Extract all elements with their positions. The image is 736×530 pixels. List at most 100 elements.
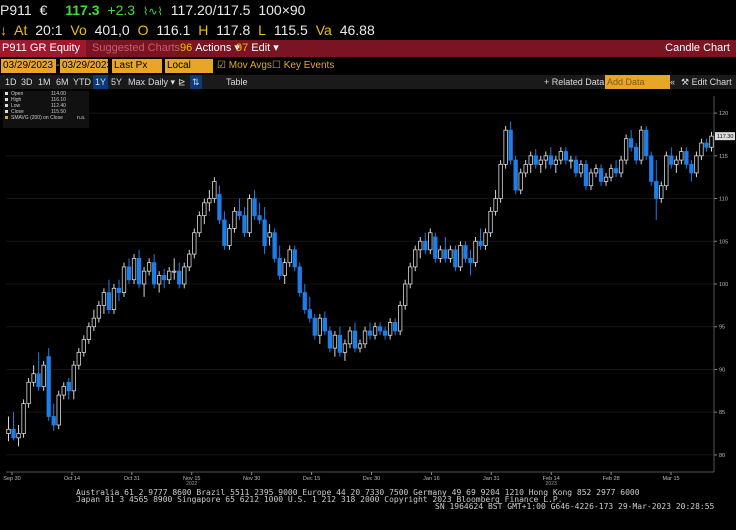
candle-body [372, 326, 378, 336]
price-field-select[interactable]: Last Px [112, 59, 162, 73]
candle-body [659, 185, 664, 199]
candle [6, 416, 11, 442]
candle [558, 147, 564, 165]
frequency-select[interactable]: Daily ▾ [148, 75, 175, 89]
candle-body [387, 322, 393, 336]
legend-swatch [5, 98, 8, 101]
key-events-label: Key Events [283, 60, 335, 71]
quote-line-2: ↓ At 20:1 Vo 401,0 O 116.1 H 117.8 L 115… [0, 21, 736, 39]
x-tick-label: Oct 14 [64, 476, 80, 482]
candle [618, 155, 624, 178]
last-price-marker: 117.30 [715, 132, 735, 141]
candle-body [518, 172, 523, 191]
candle-body [362, 330, 368, 345]
at-time: 20:1 [35, 22, 63, 38]
candle-body [433, 236, 438, 259]
candle [302, 284, 307, 314]
candle-body [618, 159, 624, 174]
candle-body [382, 330, 388, 336]
candle [649, 151, 654, 186]
candle-body [307, 309, 312, 319]
candle-body [488, 210, 493, 234]
candle-body [528, 155, 533, 165]
candle-body [61, 386, 66, 396]
candle-body [267, 232, 272, 238]
mov-avgs-toggle[interactable]: ☑ Mov Avgs [217, 59, 272, 73]
candle-body [136, 257, 142, 285]
candle-body [91, 317, 97, 328]
related-data-button[interactable]: + Related Data ▾ [544, 75, 611, 89]
candle-body [56, 394, 61, 426]
chart-style-icon[interactable]: ⇅ [190, 75, 202, 89]
candle-body [408, 266, 413, 285]
x-tick-label: Feb 28 [603, 476, 620, 482]
candle-body [473, 240, 478, 264]
y-tick-label: 110 [719, 197, 728, 203]
trade-arrow-icon: ↓ [0, 22, 7, 38]
candle [664, 151, 669, 190]
candle-body [342, 343, 348, 353]
candle-chart[interactable]: 80 85 90 95 100 105 110 115 120 Sep 30 Oct 14 Oct … [0, 90, 736, 485]
security-field[interactable]: P911 GR Equity [0, 40, 86, 57]
legend-swatch [5, 110, 8, 113]
volume-value: 401,0 [94, 22, 130, 38]
candle-body [167, 270, 172, 281]
actions-menu[interactable]: 96 Actions ▾ [180, 40, 240, 57]
candle-body [568, 159, 574, 162]
y-tick-label: 115 [719, 154, 728, 160]
candle-body [634, 146, 639, 161]
candle-body [126, 266, 132, 281]
candle [292, 245, 297, 272]
key-events-toggle[interactable]: ☐ Key Events [272, 59, 334, 73]
period-3d[interactable]: 3D [21, 75, 33, 89]
candle-body [31, 373, 36, 383]
period-6m[interactable]: 6M [56, 75, 69, 89]
candle [573, 155, 579, 178]
edit-number: 97 [236, 42, 249, 54]
period-5y[interactable]: 5Y [111, 75, 122, 89]
suggested-charts-button[interactable]: Suggested Charts [92, 40, 180, 57]
end-date-field[interactable]: 03/29/2023 [60, 59, 112, 73]
period-ytd[interactable]: YTD [73, 75, 91, 89]
candle-body [503, 129, 508, 165]
candle-body [608, 168, 614, 178]
candle-body [644, 129, 649, 157]
collapse-icon[interactable]: « [670, 75, 675, 89]
table-button[interactable]: Table [226, 75, 248, 89]
period-max[interactable]: Max [128, 75, 145, 89]
edit-menu[interactable]: 97 Edit ▾ [236, 40, 279, 57]
candle [578, 160, 584, 178]
candle [568, 155, 574, 169]
candle [232, 207, 237, 233]
currency-select[interactable]: Local CCY [165, 59, 213, 85]
candle-body [6, 428, 11, 434]
candle-body [377, 326, 383, 332]
edit-chart-button[interactable]: ⚒ Edit Chart [681, 75, 732, 89]
candle [162, 268, 167, 289]
period-1y[interactable]: 1Y [93, 75, 109, 89]
candle-body [513, 159, 518, 191]
candle [498, 160, 503, 203]
candle [433, 232, 438, 263]
actions-label: Actions [195, 42, 232, 54]
add-data-input[interactable]: Add Data [605, 75, 670, 89]
candle [367, 322, 373, 340]
period-toolbar: 1D 3D 1M 6M YTD 1Y 5Y Max Daily ▾ ⊵ ⇅ Ta… [0, 75, 736, 89]
candle-body [51, 416, 56, 426]
candle [297, 262, 302, 297]
start-date-field[interactable]: 03/29/2023 [1, 59, 56, 73]
line-style-icon[interactable]: ⊵ [178, 75, 186, 89]
checkbox-icon: ☑ [217, 60, 226, 71]
candle-body [151, 262, 157, 285]
period-1m[interactable]: 1M [38, 75, 51, 89]
candle-body [177, 270, 182, 285]
footer: Australia 61 2 9777 8600 Brazil 5511 239… [0, 487, 736, 530]
candle [704, 138, 709, 152]
candle-body [162, 275, 167, 281]
candle [282, 258, 287, 284]
candle [66, 378, 71, 400]
chart-name: Candle Chart [665, 42, 730, 54]
candle-body [558, 151, 564, 161]
quote-line-1: P911 € 117.3 +2.3 ⌇∿⌇ 117.20/117.5 100×9… [0, 0, 736, 20]
period-1d[interactable]: 1D [5, 75, 17, 89]
